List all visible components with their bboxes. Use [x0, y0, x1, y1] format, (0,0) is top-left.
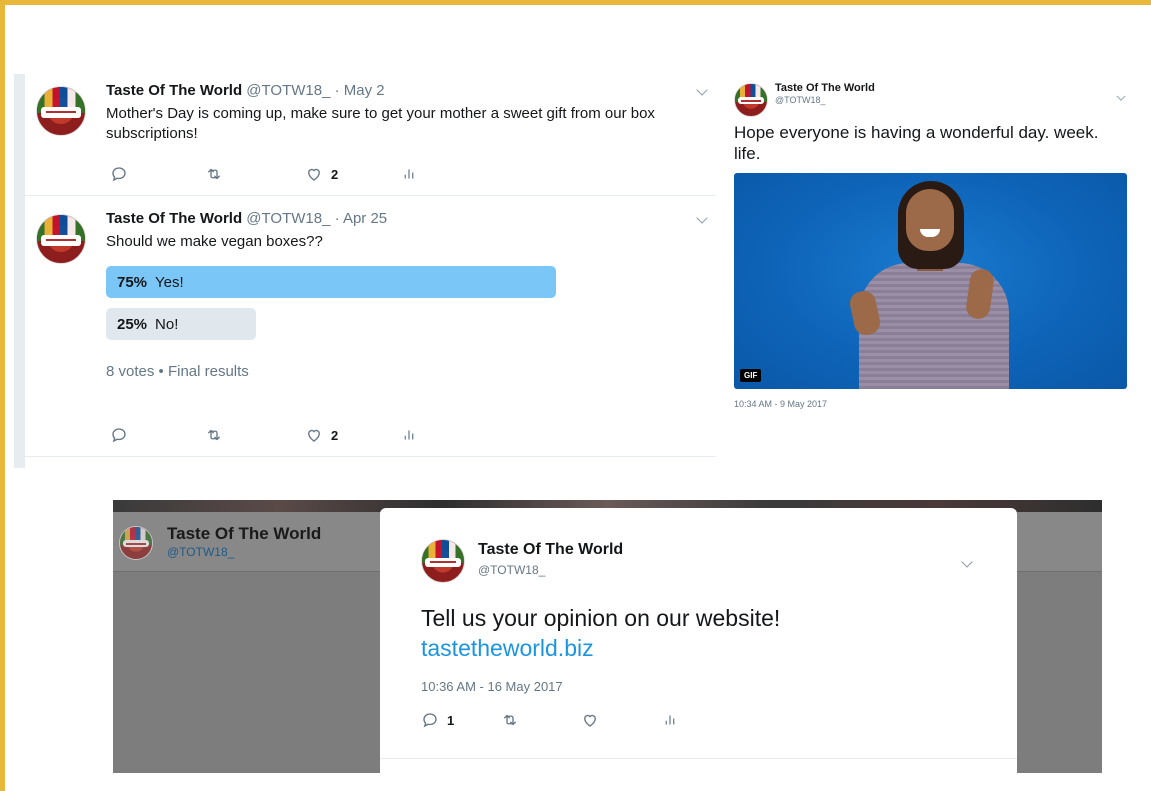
reply-button[interactable]	[110, 425, 128, 445]
separator: ·	[334, 82, 340, 99]
gif-badge: GIF	[740, 369, 762, 382]
avatar[interactable]	[36, 214, 86, 264]
gif-media[interactable]: GIF	[734, 173, 1127, 389]
tweet-date[interactable]: May 2	[344, 82, 385, 99]
reply-icon	[112, 167, 126, 182]
tweet-vegan-poll[interactable]: Taste Of The World @TOTW18_ · Apr 25 Sho…	[25, 196, 716, 457]
retweet-icon	[504, 714, 516, 726]
chevron-down-icon[interactable]	[695, 212, 709, 226]
reply-button[interactable]: 1	[421, 710, 454, 730]
background-account-name: Taste Of The World	[167, 524, 322, 543]
retweet-button[interactable]	[501, 710, 519, 730]
tweet-mothers-day[interactable]: Taste Of The World @TOTW18_ · May 2 Moth…	[25, 74, 716, 196]
tweet-actions: 2	[110, 164, 430, 184]
like-icon	[584, 714, 596, 727]
tweet-timestamp[interactable]: 10:34 AM - 9 May 2017	[734, 399, 827, 409]
tweet-actions: 2	[110, 425, 430, 445]
tweet-actions: 1	[421, 710, 741, 730]
frame-border-left	[0, 0, 5, 791]
avatar[interactable]	[421, 539, 465, 583]
reply-count: 1	[447, 712, 455, 728]
website-link[interactable]: tastetheworld.biz	[421, 633, 594, 663]
like-button[interactable]	[581, 710, 599, 730]
tweet-header: Taste Of The World @TOTW18_ · May 2	[106, 82, 385, 99]
separator: ·	[334, 210, 340, 227]
like-count: 2	[331, 166, 339, 182]
poll-percent: 75%	[117, 273, 148, 291]
analytics-icon	[404, 430, 414, 440]
background-avatar	[119, 526, 153, 560]
poll-label: Yes!	[155, 273, 184, 291]
account-handle[interactable]: @TOTW18_	[775, 95, 825, 105]
like-button[interactable]: 2	[305, 164, 338, 184]
analytics-button[interactable]	[400, 425, 418, 445]
timeline-panel: Taste Of The World @TOTW18_ · May 2 Moth…	[14, 74, 716, 468]
tweet-date[interactable]: Apr 25	[343, 210, 387, 227]
avatar[interactable]	[734, 83, 768, 117]
account-name[interactable]: Taste Of The World	[775, 82, 875, 94]
tweet-timestamp[interactable]: 10:36 AM - 16 May 2017	[421, 679, 563, 694]
account-name[interactable]: Taste Of The World	[106, 210, 242, 227]
poll-results-meta: 8 votes • Final results	[106, 363, 249, 380]
tweet-modal-screenshot: Taste Of The World @TOTW18_ Taste Of The…	[113, 500, 1102, 773]
reply-icon	[112, 428, 126, 443]
tweet-text: Hope everyone is having a wonderful day.…	[734, 123, 1099, 163]
retweet-button[interactable]	[205, 164, 223, 184]
poll-percent: 25%	[117, 315, 148, 333]
retweet-icon	[208, 168, 220, 180]
account-name[interactable]: Taste Of The World	[106, 82, 242, 99]
poll-choice-winner: 75% Yes!	[106, 266, 556, 298]
chevron-down-icon[interactable]	[1115, 91, 1126, 102]
analytics-button[interactable]	[400, 164, 418, 184]
like-count: 2	[331, 427, 339, 443]
tweet-text: Should we make vegan boxes??	[106, 233, 323, 250]
frame-border-top	[0, 0, 1151, 5]
account-name[interactable]: Taste Of The World	[478, 541, 623, 559]
retweet-icon	[208, 429, 220, 441]
analytics-button[interactable]	[661, 710, 679, 730]
account-handle[interactable]: @TOTW18_	[246, 82, 330, 99]
timeline-rail	[14, 74, 25, 468]
like-icon	[308, 168, 320, 181]
chevron-down-icon[interactable]	[695, 84, 709, 98]
gif-person-face	[906, 189, 954, 251]
chevron-down-icon[interactable]	[960, 556, 974, 570]
analytics-icon	[404, 169, 414, 179]
like-button[interactable]: 2	[305, 425, 338, 445]
reply-icon	[423, 713, 437, 728]
reply-button[interactable]	[110, 164, 128, 184]
poll-label: No!	[155, 315, 179, 333]
poll-choice: 25% No!	[106, 308, 256, 340]
tweet-text: Tell us your opinion on our website!	[421, 605, 781, 631]
like-icon	[308, 429, 320, 442]
tweet-modal: Taste Of The World @TOTW18_ Tell us your…	[380, 508, 1017, 773]
account-handle[interactable]: @TOTW18_	[246, 210, 330, 227]
retweet-button[interactable]	[205, 425, 223, 445]
background-account-handle: @TOTW18_	[167, 545, 235, 559]
divider	[380, 758, 1017, 759]
avatar[interactable]	[36, 86, 86, 136]
analytics-icon	[665, 715, 675, 725]
tweet-header: Taste Of The World @TOTW18_ · Apr 25	[106, 210, 387, 227]
tweet-gif-card[interactable]: Taste Of The World @TOTW18_ Hope everyon…	[734, 78, 1132, 418]
account-handle[interactable]: @TOTW18_	[478, 563, 545, 577]
tweet-text: Mother's Day is coming up, make sure to …	[106, 105, 655, 142]
